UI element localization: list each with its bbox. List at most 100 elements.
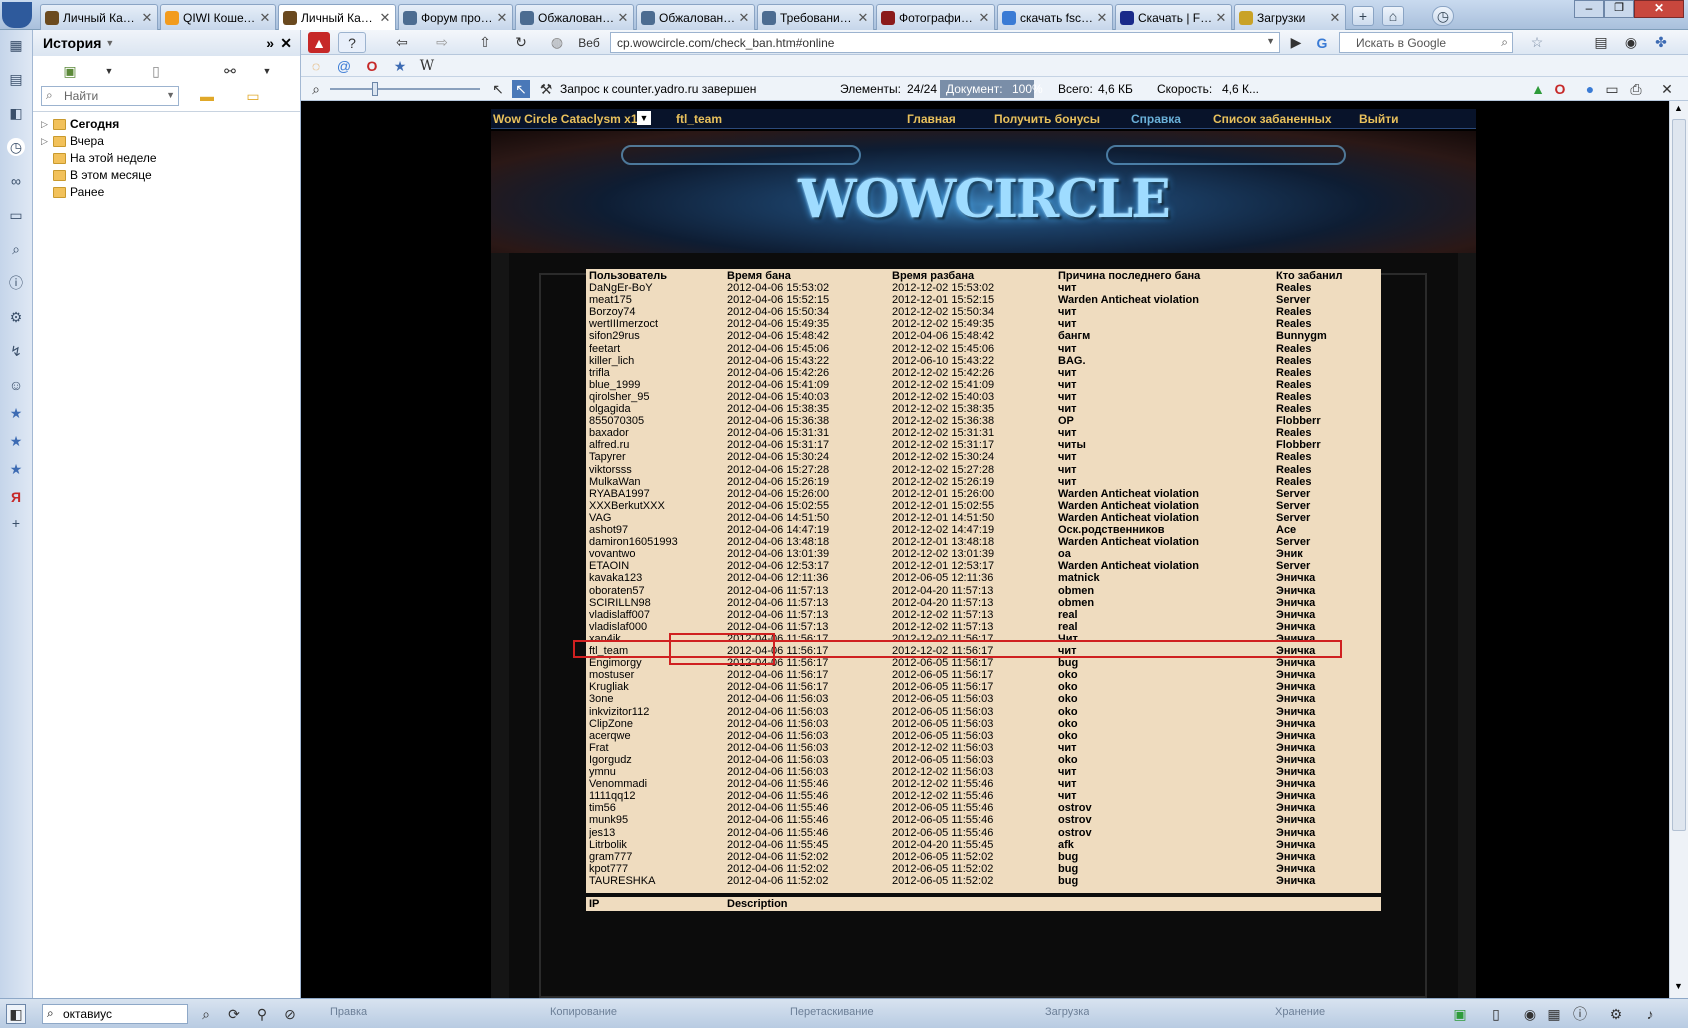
transfers-panel-icon[interactable]: ↯: [7, 342, 25, 360]
nav-username[interactable]: ftl_team: [676, 112, 722, 126]
history-group-5[interactable]: Ранее: [41, 185, 104, 199]
bottom-search-input[interactable]: ⌕ октавиус: [42, 1004, 188, 1024]
add-panel-icon[interactable]: +: [7, 514, 25, 532]
back-button[interactable]: ⇦: [384, 32, 420, 53]
scroll-down-arrow[interactable]: ▼: [1674, 981, 1683, 991]
nav-logout[interactable]: Выйти: [1359, 112, 1399, 126]
sound-icon[interactable]: ♪: [1640, 1004, 1660, 1024]
cursor-icon[interactable]: ↖: [512, 80, 530, 98]
tab-7[interactable]: Требования к...✕: [757, 4, 874, 30]
tab-6[interactable]: Обжалование...✕: [636, 4, 755, 30]
history-search-input[interactable]: ⌕ Найти ▼: [41, 86, 179, 106]
bookmark-star-2-icon[interactable]: ★: [7, 432, 25, 450]
new-tab-button[interactable]: +: [1352, 6, 1374, 26]
zoom-icon[interactable]: ⌕: [308, 80, 324, 98]
new-folder-icon[interactable]: ▣: [59, 60, 81, 82]
nav-banlist[interactable]: Список забаненных: [1213, 112, 1332, 126]
tab-5[interactable]: Обжалование...✕: [515, 4, 634, 30]
eye-icon[interactable]: ◉: [1620, 32, 1642, 53]
panel-toggle-icon[interactable]: ◧: [6, 1004, 26, 1024]
search-input[interactable]: Искать в Google ⌕: [1339, 32, 1513, 53]
nav-home[interactable]: Главная: [907, 112, 956, 126]
tab-3[interactable]: Личный Каби... ✕: [278, 4, 396, 31]
scroll-thumb[interactable]: [1672, 119, 1686, 831]
bookmark-star-icon[interactable]: ★: [392, 57, 408, 75]
history-title-dropdown-icon[interactable]: ▼: [105, 38, 114, 48]
find-icon[interactable]: ⌕: [196, 1004, 216, 1024]
star-icon[interactable]: ☆: [1525, 32, 1549, 53]
bookmark-menu-icon[interactable]: ?: [338, 32, 366, 53]
widgets-panel-icon[interactable]: ◧: [7, 104, 25, 122]
taskbar-item[interactable]: Перетаскивание: [790, 1006, 874, 1024]
realm-selector[interactable]: Wow Circle Cataclysm x100: [493, 112, 651, 126]
wikipedia-icon[interactable]: W: [418, 57, 436, 75]
tab-9[interactable]: скачать fscap...✕: [997, 4, 1113, 30]
delete-icon[interactable]: ▯: [145, 60, 167, 82]
forward-button[interactable]: ⇨: [424, 32, 460, 53]
google-icon[interactable]: G: [1310, 32, 1334, 53]
tab-close-icon[interactable]: ✕: [496, 10, 508, 26]
realm-dropdown-icon[interactable]: ▼: [637, 111, 651, 125]
home-icon[interactable]: ⇧: [474, 32, 496, 53]
links-panel-icon[interactable]: ∞: [7, 172, 25, 190]
tab-close-icon[interactable]: ✕: [1215, 10, 1227, 26]
close-window-button[interactable]: ✕: [1634, 0, 1684, 18]
opera-menu-icon[interactable]: O: [1552, 80, 1568, 98]
browser-menu-button[interactable]: [2, 2, 32, 28]
notes-panel-icon[interactable]: ▤: [7, 70, 25, 88]
block-icon[interactable]: ⊘: [280, 1004, 300, 1024]
cookie-icon[interactable]: ▦: [1544, 1004, 1564, 1024]
tab-11[interactable]: Загрузки ✕: [1234, 4, 1346, 30]
tab-8[interactable]: Фотографии... ✕: [876, 4, 995, 30]
rss-icon[interactable]: ◌: [308, 57, 324, 75]
search-panel-icon[interactable]: ⌕: [7, 240, 25, 258]
expand-arrow-icon[interactable]: ▷: [41, 119, 51, 130]
scroll-up-arrow[interactable]: ▲: [1674, 103, 1683, 113]
tab-close-icon[interactable]: ✕: [738, 10, 750, 26]
contacts-panel-icon[interactable]: ☺: [7, 376, 25, 394]
maximize-button[interactable]: ❐: [1604, 0, 1634, 18]
nav-bonuses[interactable]: Получить бонусы: [994, 112, 1100, 126]
minimize-button[interactable]: –: [1574, 0, 1604, 18]
bookmarks-panel-icon[interactable]: ▦: [7, 36, 25, 54]
sidebar-toggle-icon[interactable]: ▤: [1590, 32, 1612, 53]
tab-close-icon[interactable]: ✕: [379, 10, 391, 26]
tab-close-icon[interactable]: ✕: [1329, 10, 1341, 26]
pointer-icon[interactable]: ↖: [490, 80, 506, 98]
folder-open-icon[interactable]: ▭: [243, 86, 263, 106]
windows-panel-icon[interactable]: ▭: [7, 206, 25, 224]
bookmark-star-3-icon[interactable]: ★: [7, 460, 25, 478]
print-icon[interactable]: ⎙: [1626, 80, 1646, 98]
binoculars-dropdown-icon[interactable]: ▼: [261, 60, 273, 82]
disk-icon[interactable]: ◉: [1520, 1004, 1540, 1024]
tab-close-icon[interactable]: ✕: [259, 10, 271, 26]
page-scrollbar[interactable]: ▲ ▼: [1669, 101, 1688, 998]
tab-10[interactable]: Скачать | FSC...✕: [1115, 4, 1232, 30]
reload-button[interactable]: ↻: [504, 32, 538, 53]
tab-1[interactable]: Личный Каби... ✕: [40, 4, 158, 30]
pdf-icon[interactable]: ▲: [308, 32, 330, 53]
history-group-4[interactable]: В этом месяце: [41, 168, 152, 182]
clock-icon[interactable]: ◷: [1432, 6, 1454, 26]
image-icon[interactable]: ▣: [1450, 1004, 1470, 1024]
page-icon[interactable]: ▯: [1486, 1004, 1506, 1024]
go-button[interactable]: ▶: [1286, 32, 1306, 53]
taskbar-item[interactable]: Загрузка: [1045, 1006, 1089, 1024]
network-icon[interactable]: ⚙: [1606, 1004, 1626, 1024]
address-bar[interactable]: cp.wowcircle.com/check_ban.htm#online ▼: [610, 32, 1280, 53]
dropdown-icon[interactable]: ▼: [103, 60, 115, 82]
share-icon[interactable]: ⚲: [252, 1004, 272, 1024]
panel-expand-icon[interactable]: »: [266, 35, 274, 51]
info-icon[interactable]: ●: [1582, 80, 1598, 98]
url-dropdown-icon[interactable]: ▼: [1266, 36, 1275, 46]
search-icon[interactable]: ⌕: [1501, 35, 1508, 50]
settings-panel-icon[interactable]: ⚙: [7, 308, 25, 326]
info-status-icon[interactable]: ⓘ: [1570, 1004, 1590, 1024]
zoom-slider-handle[interactable]: [372, 82, 378, 96]
history-group-1[interactable]: ▷ Сегодня: [41, 117, 119, 131]
search-engine-label[interactable]: Веб: [574, 32, 604, 53]
history-search-dropdown-icon[interactable]: ▼: [166, 90, 175, 100]
bookmark-star-1-icon[interactable]: ★: [7, 404, 25, 422]
tab-4[interactable]: Форум проек...✕: [398, 4, 513, 30]
upload-icon[interactable]: ▲: [1530, 80, 1546, 98]
